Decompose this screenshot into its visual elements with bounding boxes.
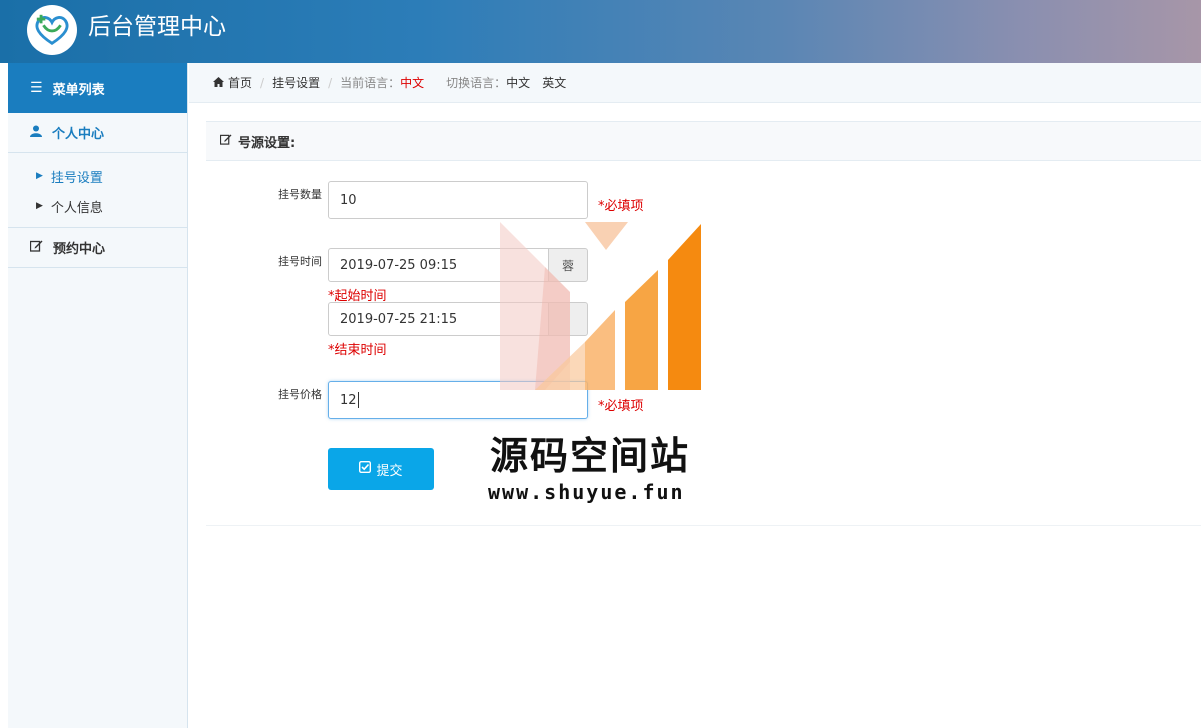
- home-icon: [213, 76, 224, 90]
- language-option-chinese[interactable]: 中文: [506, 74, 530, 91]
- sidebar-section-label: 个人中心: [52, 127, 105, 142]
- app-logo[interactable]: [27, 5, 77, 55]
- watermark-url: www.shuyue.fun: [488, 480, 685, 504]
- breadcrumb-separator: /: [260, 75, 265, 90]
- sidebar-item-registration-settings[interactable]: ▶ 挂号设置: [8, 161, 187, 191]
- price-value: 12: [340, 392, 357, 408]
- sidebar-item-label: 个人信息: [50, 200, 103, 216]
- submit-button[interactable]: 提交: [328, 448, 434, 490]
- current-language-value: 中文: [400, 76, 425, 90]
- check-square-icon: [359, 460, 372, 477]
- panel-footer-line: [206, 525, 1201, 526]
- sidebar-item-personal-info[interactable]: ▶ 个人信息: [8, 191, 187, 221]
- caret-right-icon: ▶: [36, 201, 43, 211]
- sidebar-menu-title: 菜单列表: [52, 82, 105, 98]
- breadcrumb: 首页 / 挂号设置 / 当前语言： 中文 切换语言： 中文 英文: [189, 63, 1201, 103]
- panel-title: 号源设置:: [238, 135, 296, 151]
- submit-label: 提交: [376, 463, 403, 479]
- switch-language-label: 切换语言：: [446, 76, 507, 90]
- app-title: 后台管理中心: [88, 14, 226, 40]
- watermark-logo-icon: [500, 222, 701, 390]
- watermark-text: 源码空间站: [490, 434, 691, 478]
- current-language-label: 当前语言：: [340, 76, 401, 90]
- list-icon: ☰: [30, 80, 43, 96]
- breadcrumb-current[interactable]: 挂号设置: [272, 74, 320, 91]
- text-cursor: [357, 392, 359, 408]
- language-option-english[interactable]: 英文: [542, 74, 566, 91]
- count-input[interactable]: 10: [328, 181, 588, 219]
- breadcrumb-separator: /: [328, 75, 333, 90]
- price-label: 挂号价格: [278, 388, 322, 401]
- sidebar-item-label: 挂号设置: [50, 170, 103, 186]
- sidebar-section-label: 预约中心: [53, 242, 106, 257]
- count-required-note: *必填项: [598, 199, 644, 214]
- caret-right-icon: ▶: [36, 171, 43, 181]
- user-icon: [30, 125, 42, 141]
- time-label: 挂号时间: [278, 255, 322, 268]
- sidebar: ☰ 菜单列表 个人中心 ▶ 挂号设置 ▶ 个人信息 预约中心: [8, 63, 188, 728]
- breadcrumb-home-link[interactable]: 首页: [228, 74, 252, 91]
- top-header: 后台管理中心: [0, 0, 1201, 63]
- price-required-note: *必填项: [598, 399, 644, 414]
- panel-header: 号源设置:: [206, 121, 1201, 161]
- sidebar-section-booking[interactable]: 预约中心: [8, 228, 187, 268]
- end-time-hint: *结束时间: [328, 343, 387, 358]
- count-label: 挂号数量: [278, 188, 322, 201]
- edit-icon: [29, 240, 43, 256]
- sidebar-menu-header[interactable]: ☰ 菜单列表: [8, 63, 187, 113]
- edit-icon: [219, 133, 232, 149]
- sidebar-subitems: ▶ 挂号设置 ▶ 个人信息: [8, 153, 187, 228]
- sidebar-section-personal[interactable]: 个人中心: [8, 113, 187, 153]
- heart-cross-logo-icon: [35, 14, 69, 45]
